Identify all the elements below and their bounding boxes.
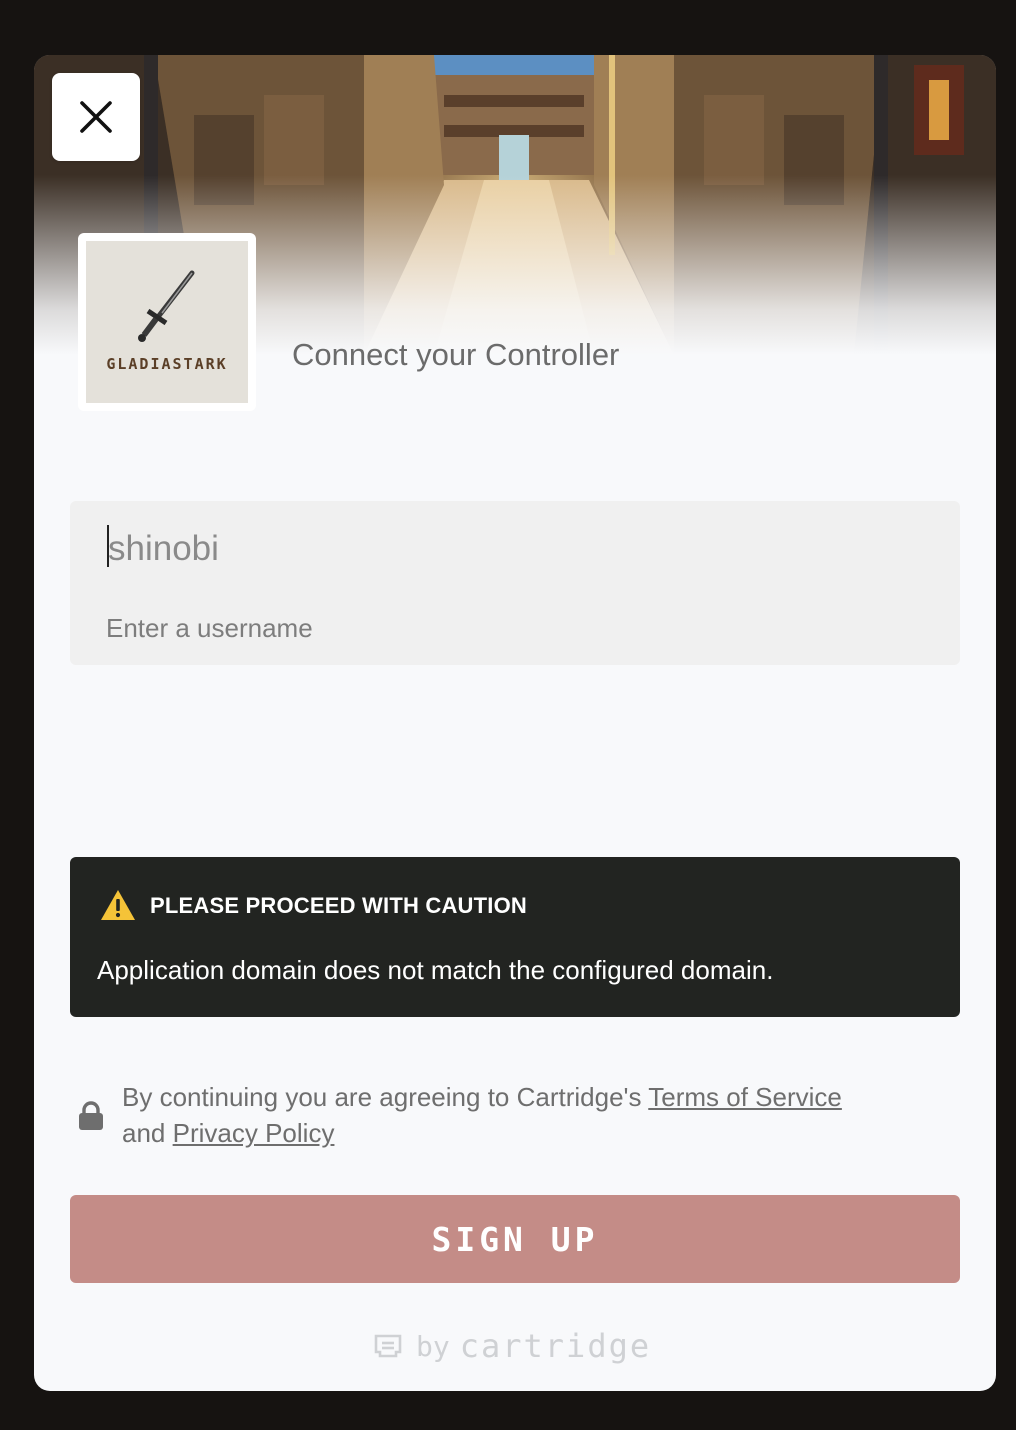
app-logo: GLADIASTARK <box>78 233 256 411</box>
terms-prefix: By continuing you are agreeing to Cartri… <box>122 1082 642 1112</box>
close-icon <box>80 101 112 133</box>
footer-brand[interactable]: cartridge <box>460 1327 651 1365</box>
username-input[interactable] <box>106 523 908 575</box>
username-hint: Enter a username <box>106 613 313 643</box>
privacy-policy-link[interactable]: Privacy Policy <box>173 1118 335 1148</box>
caution-title: PLEASE PROCEED WITH CAUTION <box>150 893 527 918</box>
close-button[interactable] <box>52 73 140 161</box>
sign-up-button[interactable]: SIGN UP <box>70 1195 960 1283</box>
sword-icon <box>138 270 195 342</box>
app-logo-image: GLADIASTARK <box>86 241 248 403</box>
cartridge-logo-icon <box>374 1334 402 1358</box>
caution-message: Application domain does not match the co… <box>97 955 774 985</box>
caution-banner: PLEASE PROCEED WITH CAUTION Application … <box>70 857 960 1017</box>
terms-of-service-link[interactable]: Terms of Service <box>648 1082 842 1112</box>
app-logo-text: GLADIASTARK <box>106 355 228 373</box>
footer-by: by <box>416 1329 450 1363</box>
page-title: Connect your Controller <box>292 337 620 372</box>
username-field-container[interactable]: Enter a username <box>70 501 960 665</box>
powered-by-footer: by cartridge <box>370 1327 651 1365</box>
terms-middle: and <box>122 1118 166 1148</box>
lock-icon <box>79 1101 103 1130</box>
text-caret <box>107 525 109 567</box>
controller-modal: GLADIASTARK Connect your Controller Ente… <box>34 55 996 1391</box>
terms-notice: By continuing you are agreeing to Cartri… <box>122 1079 942 1151</box>
warning-triangle-icon <box>101 890 135 920</box>
